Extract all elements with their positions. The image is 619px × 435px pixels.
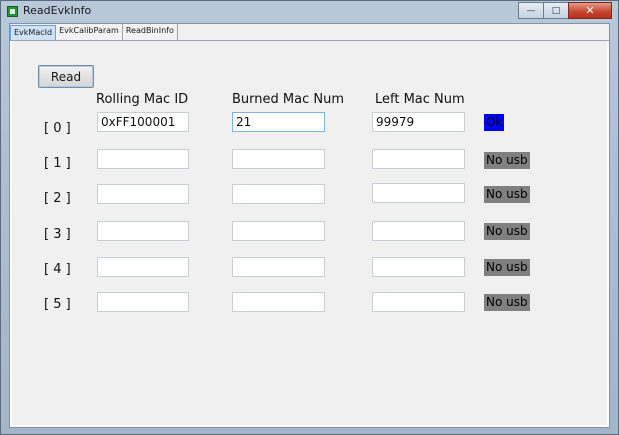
burned-mac-num-field-3[interactable] <box>232 221 325 241</box>
maximize-button[interactable]: □ <box>543 2 569 19</box>
window-controls: — □ ✕ <box>518 2 612 20</box>
close-button[interactable]: ✕ <box>568 2 612 19</box>
row-label-1: [ 1 ] <box>44 156 71 171</box>
close-icon: ✕ <box>585 4 595 17</box>
status-indicator-2: No usb <box>484 186 530 203</box>
left-mac-num-field-3[interactable] <box>372 221 465 241</box>
burned-mac-num-field-1[interactable] <box>232 149 325 169</box>
burned-mac-num-field-5[interactable] <box>232 292 325 312</box>
read-button[interactable]: Read <box>38 65 94 88</box>
left-mac-num-field-5[interactable] <box>372 292 465 312</box>
rolling-mac-id-field-0[interactable]: 0xFF100001 <box>97 112 189 132</box>
left-mac-num-field-4[interactable] <box>372 257 465 277</box>
tab-strip: EvkMacId EvkCalibParam ReadBinInfo <box>10 24 609 41</box>
status-indicator-3: No usb <box>484 223 530 240</box>
status-indicator-0: Ok <box>484 114 505 131</box>
minimize-icon: — <box>526 5 536 16</box>
rolling-mac-id-field-5[interactable] <box>97 292 189 312</box>
rolling-mac-id-field-3[interactable] <box>97 221 189 241</box>
header-left-mac-num: Left Mac Num <box>375 92 465 107</box>
app-icon <box>7 6 18 17</box>
left-mac-num-field-0[interactable]: 99979 <box>372 112 465 132</box>
burned-mac-num-field-4[interactable] <box>232 257 325 277</box>
tab-evkmacid[interactable]: EvkMacId <box>10 25 57 40</box>
evkmacid-panel: Read Rolling Mac ID Burned Mac Num Left … <box>12 41 607 425</box>
row-label-0: [ 0 ] <box>44 121 71 136</box>
title-bar[interactable]: ReadEvkInfo — □ ✕ <box>1 1 618 23</box>
status-indicator-1: No usb <box>484 152 530 169</box>
maximize-icon: □ <box>551 5 561 16</box>
client-area: EvkMacId EvkCalibParam ReadBinInfo Read … <box>9 23 610 428</box>
burned-mac-num-field-0[interactable]: 21 <box>232 112 325 132</box>
rolling-mac-id-field-2[interactable] <box>97 184 189 204</box>
tab-evkcalibparam[interactable]: EvkCalibParam <box>56 24 123 40</box>
window-title: ReadEvkInfo <box>23 4 92 17</box>
row-label-2: [ 2 ] <box>44 191 71 206</box>
rolling-mac-id-field-1[interactable] <box>97 149 189 169</box>
row-label-5: [ 5 ] <box>44 297 71 312</box>
status-indicator-4: No usb <box>484 259 530 276</box>
header-burned-mac-num: Burned Mac Num <box>232 92 344 107</box>
left-mac-num-field-1[interactable] <box>372 149 465 169</box>
status-indicator-5: No usb <box>484 294 530 311</box>
burned-mac-num-field-2[interactable] <box>232 184 325 204</box>
row-label-3: [ 3 ] <box>44 227 71 242</box>
header-rolling-mac-id: Rolling Mac ID <box>96 92 189 107</box>
row-label-4: [ 4 ] <box>44 262 71 277</box>
left-mac-num-field-2[interactable] <box>372 183 465 203</box>
minimize-button[interactable]: — <box>518 2 544 19</box>
tab-readbininfo[interactable]: ReadBinInfo <box>122 24 178 40</box>
app-window: ReadEvkInfo — □ ✕ EvkMacId EvkCalibParam… <box>0 0 619 435</box>
rolling-mac-id-field-4[interactable] <box>97 257 189 277</box>
